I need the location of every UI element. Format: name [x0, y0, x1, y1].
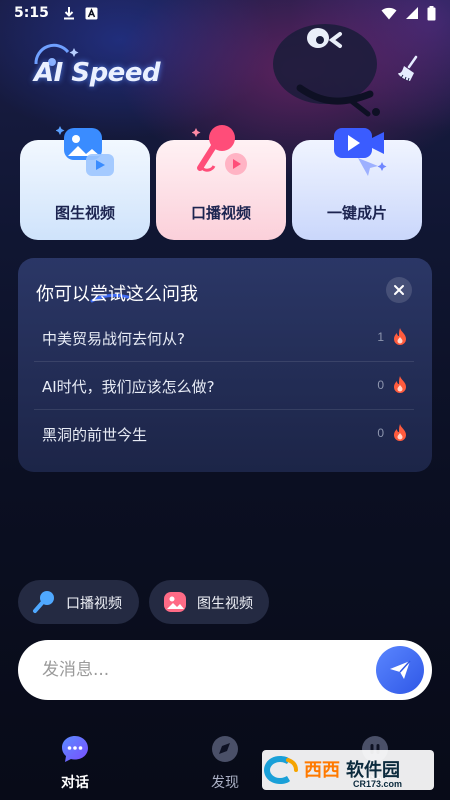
tab-chat[interactable]: 对话	[45, 734, 105, 794]
chat-bubble-icon	[62, 736, 88, 762]
send-button[interactable]	[376, 646, 424, 694]
image-video-icon	[56, 126, 114, 176]
signal-icon	[406, 7, 418, 19]
image-icon	[164, 592, 186, 612]
card-image-to-video[interactable]: 图生视频	[20, 126, 150, 240]
fire-icon	[394, 328, 406, 345]
suggestion-question: 中美贸易战何去何从?	[42, 330, 185, 348]
chip-image-to-video[interactable]: 图生视频	[149, 580, 269, 624]
suggestion-count: 1	[377, 330, 384, 344]
site-watermark-logo: 西西 软件园	[262, 750, 434, 790]
card-label: 一键成片	[326, 204, 387, 222]
card-voiceover-video[interactable]: 口播视频	[156, 125, 286, 240]
paper-plane-icon	[390, 660, 411, 679]
app-logo: AI Speed	[34, 58, 161, 88]
feature-cards: 图生视频 口播视频 一键成片	[20, 125, 430, 240]
suggestion-item[interactable]: 黑洞的前世今生 0	[34, 410, 414, 458]
suggestion-question: AI时代，我们应该怎么做?	[42, 378, 215, 396]
close-suggestions-button[interactable]	[386, 277, 412, 303]
svg-text:西西: 西西	[304, 760, 340, 781]
microphone-icon	[33, 591, 54, 613]
battery-icon	[427, 5, 436, 20]
suggestion-count: 0	[377, 378, 384, 392]
suggestion-item[interactable]: 中美贸易战何去何从? 1	[34, 314, 414, 362]
compass-icon	[212, 736, 238, 762]
tab-label: 对话	[61, 775, 89, 791]
chip-label: 口播视频	[66, 596, 122, 612]
microphone-video-icon	[192, 125, 247, 175]
svg-text:软件园: 软件园	[346, 759, 400, 781]
fire-icon	[394, 424, 406, 441]
watermark-domain: CR173.com	[353, 779, 403, 789]
chip-voiceover-video[interactable]: 口播视频	[18, 580, 139, 624]
card-one-click-film[interactable]: 一键成片	[292, 128, 422, 240]
mascot-illustration	[273, 24, 380, 117]
a-badge-icon	[85, 7, 98, 19]
tab-discover[interactable]: 发现	[195, 734, 255, 794]
broom-icon[interactable]	[394, 54, 424, 84]
suggestions-panel: 你可以尝试这么问我 中美贸易战何去何从? 1 AI时代，我们应该怎么做? 0 黑…	[18, 258, 432, 472]
status-time: 5:15	[14, 5, 49, 21]
chip-label: 图生视频	[197, 596, 253, 612]
suggestions-title: 你可以尝试这么问我	[36, 284, 198, 305]
suggestion-item[interactable]: AI时代，我们应该怎么做? 0	[34, 362, 414, 410]
message-input[interactable]	[42, 654, 362, 686]
close-icon	[394, 285, 404, 295]
download-icon	[63, 7, 74, 20]
card-label: 图生视频	[54, 204, 115, 222]
suggestion-question: 黑洞的前世今生	[42, 426, 148, 444]
fire-icon	[394, 376, 406, 393]
video-camera-icon	[334, 128, 387, 176]
card-label: 口播视频	[190, 204, 251, 222]
suggestion-count: 0	[377, 426, 384, 440]
tab-label: 发现	[211, 775, 239, 791]
message-composer	[18, 640, 432, 700]
